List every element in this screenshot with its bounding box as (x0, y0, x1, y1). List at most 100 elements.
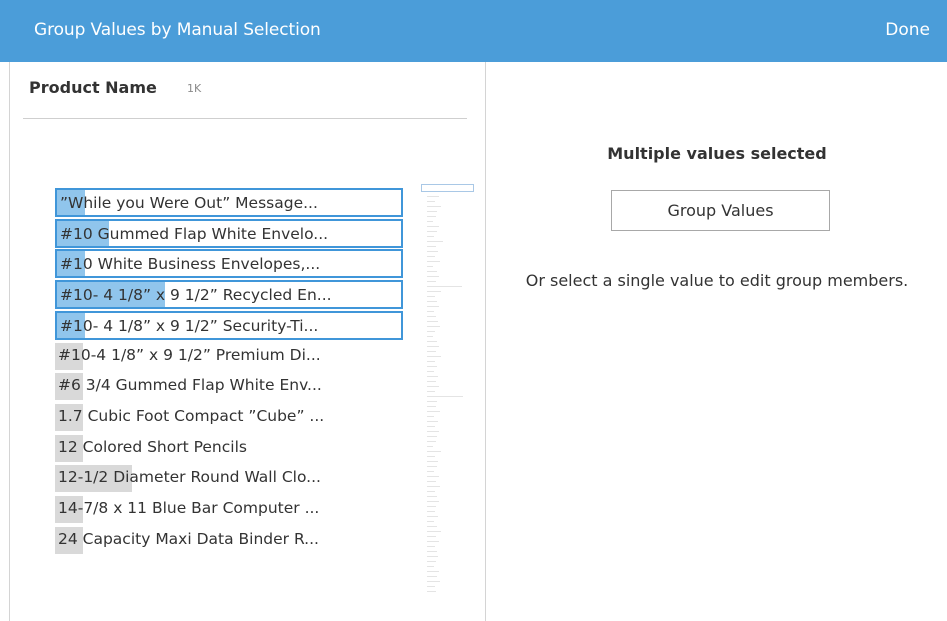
value-label: 1.7 Cubic Foot Compact ”Cube” ... (58, 406, 325, 425)
value-row[interactable]: #10- 4 1/8” x 9 1/2” Security-Ti... (55, 310, 403, 340)
overview-line (427, 286, 462, 287)
overview-line (427, 261, 440, 262)
overview-line (427, 526, 437, 527)
overview-line (427, 291, 441, 292)
overview-line (427, 336, 433, 337)
overview-line (427, 511, 435, 512)
overview-line (427, 421, 438, 422)
detail-panel: Multiple values selected Group Values Or… (486, 62, 947, 621)
overview-line (427, 211, 437, 212)
dialog-header: Group Values by Manual Selection Done (0, 0, 947, 62)
value-row[interactable]: #10- 4 1/8” x 9 1/2” Recycled En... (55, 280, 403, 310)
value-label: #10- 4 1/8” x 9 1/2” Recycled En... (60, 286, 332, 305)
value-label: #10- 4 1/8” x 9 1/2” Security-Ti... (60, 316, 319, 335)
overview-line (427, 561, 436, 562)
values-panel: Product Name 1K ”While you Were Out” Mes… (10, 62, 486, 621)
overview-line (427, 496, 437, 497)
overview-line (427, 276, 439, 277)
value-row[interactable]: #6 3/4 Gummed Flap White Env... (55, 372, 403, 401)
overview-viewport-frame[interactable] (421, 184, 474, 192)
value-row[interactable]: #10 Gummed Flap White Envelo... (55, 218, 403, 248)
overview-line (427, 581, 440, 582)
value-row[interactable]: #10-4 1/8” x 9 1/2” Premium Di... (55, 342, 403, 371)
overview-line (427, 301, 437, 302)
overview-line (427, 476, 439, 477)
overview-line (427, 281, 436, 282)
value-row[interactable]: ”While you Were Out” Message... (55, 188, 403, 217)
overview-line (427, 381, 436, 382)
overview-line (427, 321, 438, 322)
overview-line (427, 486, 440, 487)
overview-line (427, 356, 441, 357)
overview-line (427, 331, 435, 332)
list-overview-scrollbar[interactable] (421, 182, 475, 602)
done-button[interactable]: Done (885, 20, 930, 40)
value-label: 24 Capacity Maxi Data Binder R... (58, 529, 319, 548)
overview-line (427, 316, 436, 317)
overview-line (427, 231, 437, 232)
overview-line (427, 371, 434, 372)
overview-line (427, 446, 433, 447)
overview-line (427, 386, 439, 387)
value-row[interactable]: 1.7 Cubic Foot Compact ”Cube” ... (55, 403, 403, 432)
overview-line (427, 306, 439, 307)
dialog-body: Product Name 1K ”While you Were Out” Mes… (9, 62, 947, 621)
overview-line (427, 366, 437, 367)
value-row[interactable]: 12-1/2 Diameter Round Wall Clo... (55, 464, 403, 493)
value-row[interactable]: 24 Capacity Maxi Data Binder R... (55, 526, 403, 555)
overview-line (427, 226, 439, 227)
overview-line (427, 196, 439, 197)
overview-line (427, 346, 439, 347)
overview-line (427, 311, 434, 312)
overview-line (427, 471, 434, 472)
value-label: 14-7/8 x 11 Blue Bar Computer ... (58, 499, 320, 517)
overview-line (427, 296, 435, 297)
overview-line (427, 201, 435, 202)
overview-line (427, 441, 436, 442)
value-label: 12-1/2 Diameter Round Wall Clo... (58, 468, 321, 487)
value-label: #10-4 1/8” x 9 1/2” Premium Di... (58, 345, 321, 364)
overview-line (427, 326, 440, 327)
overview-line (427, 351, 436, 352)
overview-line (427, 491, 435, 492)
overview-line (427, 546, 435, 547)
overview-line (427, 536, 436, 537)
overview-line (427, 591, 436, 592)
overview-line (427, 461, 438, 462)
value-row[interactable]: #10 White Business Envelopes,... (55, 249, 403, 279)
overview-line (427, 531, 441, 532)
field-name: Product Name (29, 78, 157, 97)
overview-line (427, 251, 438, 252)
value-row[interactable]: 12 Colored Short Pencils (55, 434, 403, 463)
overview-line (427, 391, 435, 392)
value-label: #10 White Business Envelopes,... (60, 255, 321, 274)
overview-line (427, 501, 439, 502)
overview-line (427, 431, 439, 432)
overview-line (427, 411, 440, 412)
dialog-title: Group Values by Manual Selection (34, 20, 321, 40)
overview-line (427, 521, 434, 522)
value-row[interactable]: 14-7/8 x 11 Blue Bar Computer ... (55, 495, 403, 524)
overview-line (427, 341, 437, 342)
overview-line (427, 406, 436, 407)
overview-line (427, 451, 441, 452)
selection-message: Multiple values selected (607, 144, 827, 163)
value-label: ”While you Were Out” Message... (60, 194, 318, 212)
overview-line (427, 506, 436, 507)
overview-line (427, 541, 439, 542)
overview-line (427, 266, 433, 267)
value-label: #10 Gummed Flap White Envelo... (60, 224, 329, 243)
value-label: #6 3/4 Gummed Flap White Env... (58, 376, 322, 395)
overview-line (427, 361, 435, 362)
overview-line (427, 236, 434, 237)
group-values-button[interactable]: Group Values (611, 190, 830, 231)
value-label: 12 Colored Short Pencils (58, 437, 247, 456)
overview-line (427, 246, 436, 247)
overview-line (427, 241, 443, 242)
overview-line (427, 416, 434, 417)
overview-line (427, 216, 436, 217)
overview-line (427, 256, 435, 257)
overview-line (427, 586, 435, 587)
overview-line (427, 516, 438, 517)
overview-line (427, 221, 433, 222)
